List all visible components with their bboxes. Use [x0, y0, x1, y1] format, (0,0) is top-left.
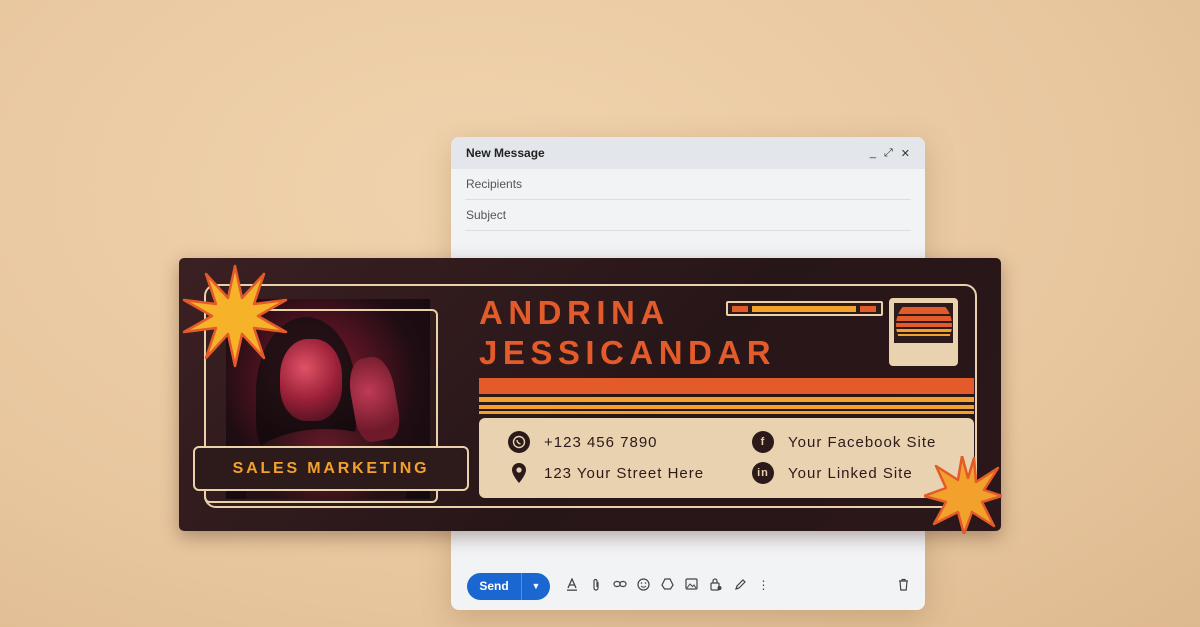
compose-toolbar: Send ▼ ⋮	[451, 562, 925, 610]
close-icon[interactable]: ✕	[901, 147, 910, 160]
stripe-gold-2	[479, 405, 974, 409]
contact-phone: +123 456 7890	[508, 431, 658, 453]
stripe-orange	[479, 378, 974, 394]
emoji-icon[interactable]	[636, 577, 651, 595]
contact-linkedin[interactable]: in Your Linked Site	[752, 462, 913, 484]
subject-label: Subject	[466, 208, 507, 222]
starburst-decoration-icon	[182, 264, 288, 368]
window-controls: _ ⤢ ✕	[870, 147, 910, 160]
image-icon[interactable]	[684, 577, 699, 595]
recipients-label: Recipients	[466, 177, 523, 191]
facebook-text[interactable]: Your Facebook Site	[788, 434, 936, 451]
stripe-gold-1	[479, 397, 974, 402]
compose-header: New Message _ ⤢ ✕	[451, 137, 925, 169]
first-name: ANDRINA	[479, 294, 670, 331]
contact-facebook[interactable]: f Your Facebook Site	[752, 431, 936, 453]
job-title-badge: SALES MARKETING	[193, 446, 469, 491]
formatting-tools: ⋮	[564, 576, 771, 595]
subject-field[interactable]: Subject	[465, 200, 911, 231]
location-pin-icon	[508, 462, 530, 484]
pen-icon[interactable]	[732, 578, 747, 595]
contact-box	[479, 418, 974, 498]
more-options-icon[interactable]: ⋮	[756, 578, 771, 595]
last-name: JESSICANDAR	[479, 334, 777, 371]
expand-icon[interactable]: ⤢	[884, 147, 893, 160]
trash-icon[interactable]	[898, 578, 909, 594]
sunset-logo	[889, 298, 958, 366]
progress-bar-decoration	[726, 301, 883, 316]
linkedin-icon: in	[752, 462, 774, 484]
stripe-gold-3	[479, 411, 974, 414]
starburst-decoration-icon	[924, 456, 1002, 534]
compose-title: New Message	[466, 146, 545, 160]
lock-clock-icon[interactable]	[708, 577, 723, 595]
send-group: Send ▼	[467, 572, 550, 600]
send-options-chevron-icon[interactable]: ▼	[521, 572, 550, 600]
attach-icon[interactable]	[588, 578, 603, 595]
text-format-icon[interactable]	[564, 576, 579, 595]
link-icon[interactable]	[612, 578, 627, 595]
phone-text: +123 456 7890	[544, 433, 658, 451]
send-button[interactable]: Send	[467, 572, 521, 600]
facebook-icon: f	[752, 431, 774, 453]
recipients-field[interactable]: Recipients	[465, 169, 911, 200]
drive-icon[interactable]	[660, 577, 675, 595]
address-text: 123 Your Street Here	[544, 464, 705, 482]
contact-address: 123 Your Street Here	[508, 462, 704, 484]
linkedin-text[interactable]: Your Linked Site	[788, 465, 913, 482]
whatsapp-icon	[508, 431, 530, 453]
minimize-icon[interactable]: _	[870, 147, 876, 160]
